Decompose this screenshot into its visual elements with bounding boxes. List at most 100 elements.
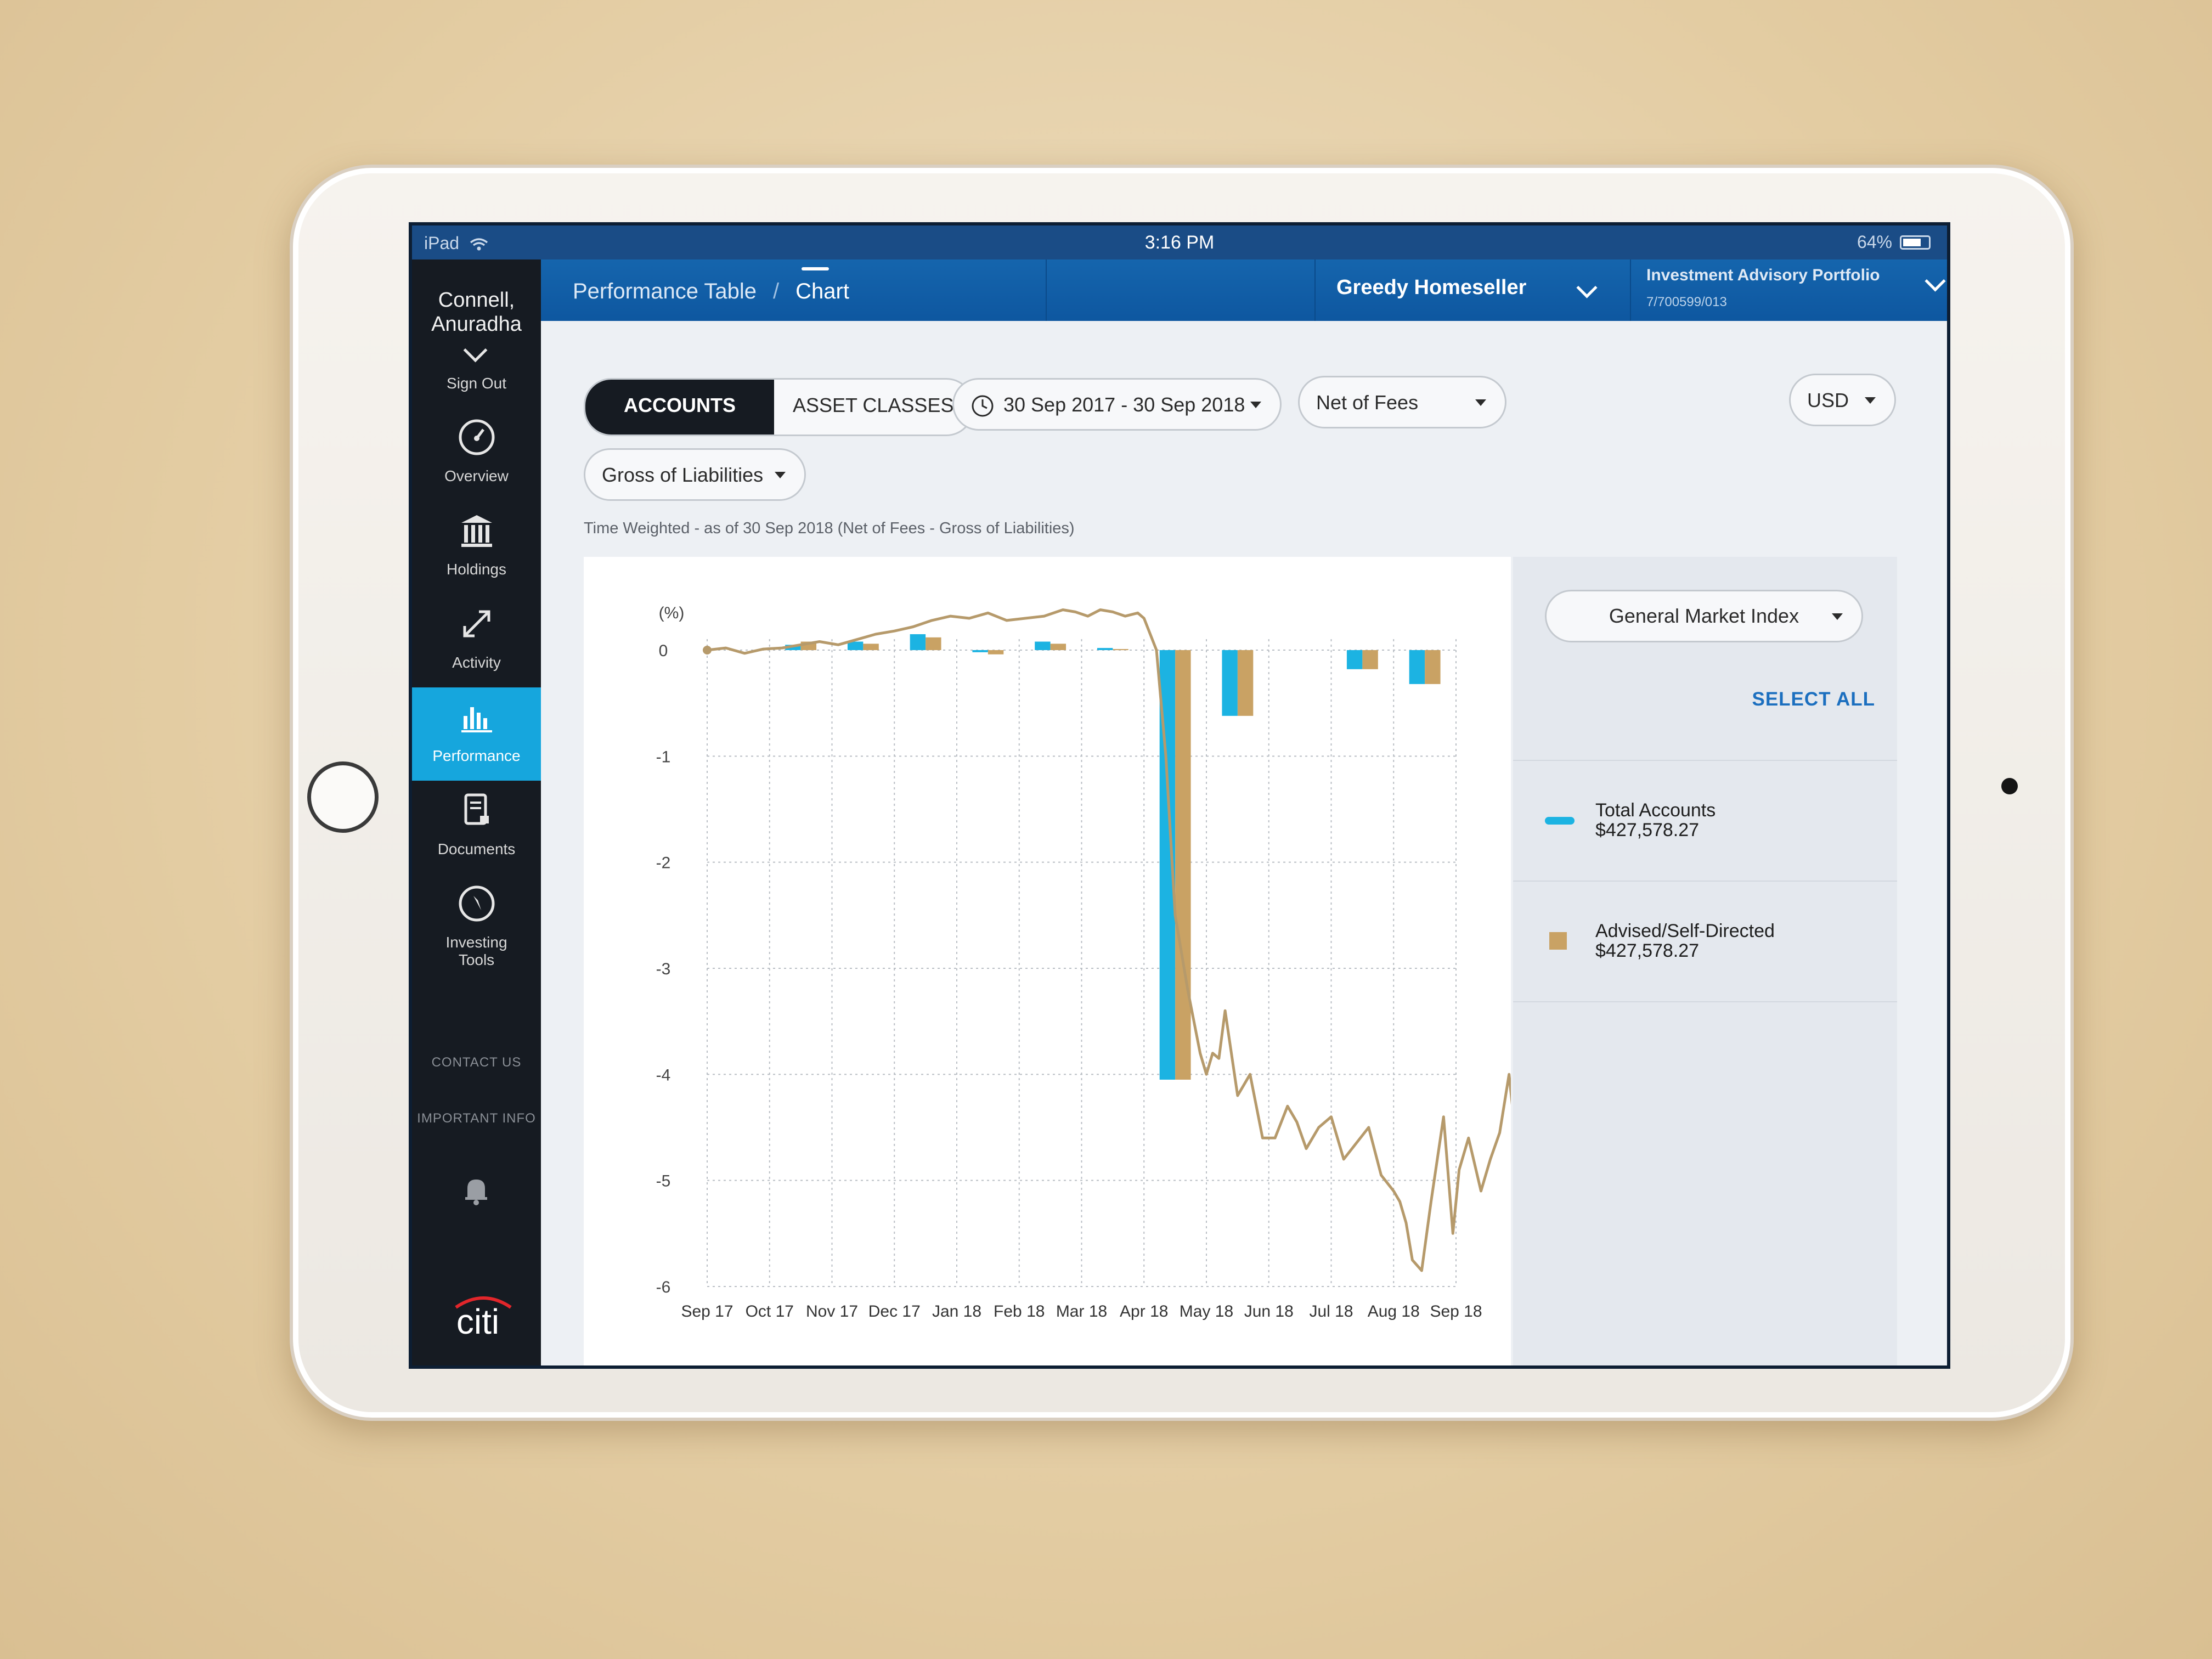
bar-advised-jan-18[interactable] [988,650,1004,654]
divider [1630,259,1631,321]
bar-advised-jul-18[interactable] [1362,650,1378,669]
sidebar-item-label: Activity [452,654,501,671]
select-all-button[interactable]: SELECT ALL [1752,689,1875,710]
bar-total-accounts-mar-18[interactable] [1097,648,1113,650]
view-toggle: ACCOUNTS ASSET CLASSES [584,378,974,436]
sidebar: Connell, Anuradha Sign Out Overview Hold… [412,259,541,1365]
legend-item-total-accounts[interactable]: Total Accounts $427,578.27 [1513,760,1897,882]
performance-chart: (%) 0 -1 -2 -3 -4 -5 -6 Sep 17 Oct 17 Nov 17 Dec … [656,604,1523,1321]
chevron-down-icon [1576,277,1598,298]
sidebar-item-performance[interactable]: Performance [412,687,541,781]
battery-icon [1900,235,1931,250]
breadcrumb-separator: / [773,279,780,303]
bar-advised-dec-17[interactable] [926,637,941,650]
x-tick-label: Jul 18 [1309,1302,1353,1321]
sign-out-link[interactable]: Sign Out [412,375,541,392]
chart-subtitle: Time Weighted - as of 30 Sep 2018 (Net o… [584,520,1075,537]
chart-panel: (%) 0 -1 -2 -3 -4 -5 -6 Sep 17 Oct 17 Nov 17 Dec … [584,557,1523,1365]
market-index-line [707,608,1520,1272]
market-index-dropdown[interactable]: General Market Index [1545,590,1863,642]
currency-dropdown[interactable]: USD [1789,374,1896,426]
accounts-toggle[interactable]: ACCOUNTS [585,380,774,435]
home-button[interactable] [307,761,379,833]
y-tick-label: 0 [659,642,668,660]
y-tick-label: -3 [656,960,671,978]
y-axis-label: (%) [659,604,685,622]
x-tick-label: Sep 17 [681,1302,733,1321]
market-index-value: General Market Index [1609,605,1799,627]
sidebar-item-overview[interactable]: Overview [412,408,541,501]
app-screen: iPad 3:16 PM 64% Connell, Anuradha Sign … [409,222,1950,1369]
legend-series-name: Total Accounts [1595,800,1716,821]
legend-panel: General Market Index SELECT ALL Total Ac… [1513,557,1897,1365]
citi-logo: citi [455,1296,512,1340]
bar-advised-aug-18[interactable] [1425,650,1441,684]
x-tick-label: Aug 18 [1368,1302,1420,1321]
bar-total-accounts-feb-18[interactable] [1035,641,1051,650]
legend-series-name: Advised/Self-Directed [1595,921,1775,941]
bar-total-accounts-jan-18[interactable] [972,650,988,652]
caret-down-icon [775,472,786,478]
x-tick-label: Sep 18 [1430,1302,1482,1321]
bar-advised-nov-17[interactable] [863,644,879,650]
legend-swatch [1549,932,1567,950]
clock-icon [972,395,994,417]
active-view-marker [802,267,829,270]
x-tick-label: Nov 17 [806,1302,858,1321]
breadcrumb-chart[interactable]: Chart [795,279,849,304]
legend-item-advised[interactable]: Advised/Self-Directed $427,578.27 [1513,881,1897,1002]
bar-total-accounts-aug-18[interactable] [1409,650,1425,684]
bell-icon[interactable] [459,1173,494,1208]
bar-advised-mar-18[interactable] [1113,649,1128,651]
battery-status: 64% [1857,232,1931,252]
main-content: ACCOUNTS ASSET CLASSES 30 Sep 2017 - 30 … [541,321,1947,1365]
sidebar-item-investing-tools[interactable]: Investing Tools [412,874,541,978]
portfolio-number: 7/700599/013 [1646,295,1727,309]
transfer-arrows-icon [463,610,490,637]
front-camera [2001,778,2018,794]
legend-series-value: $427,578.27 [1595,940,1700,961]
date-range-dropdown[interactable]: 30 Sep 2017 - 30 Sep 2018 [952,378,1282,431]
divider [1046,259,1047,321]
sidebar-item-documents[interactable]: Documents [412,781,541,874]
bar-chart-icon [461,707,492,732]
line-start-point [703,646,712,654]
bar-total-accounts-may-18[interactable] [1222,650,1238,716]
portfolio-selector[interactable]: Investment Advisory Portfolio 7/700599/0… [1646,266,1946,315]
breadcrumb-performance-table[interactable]: Performance Table [573,279,757,304]
sidebar-item-label: Performance [432,747,521,764]
asset-classes-toggle[interactable]: ASSET CLASSES [774,380,972,435]
sidebar-item-holdings[interactable]: Holdings [412,501,541,594]
bar-advised-feb-18[interactable] [1050,644,1066,650]
caret-down-icon [1475,399,1486,406]
breadcrumb: Performance Table / Chart [573,279,849,304]
liabilities-dropdown[interactable]: Gross of Liabilities [584,448,806,501]
sidebar-item-label: Holdings [447,561,506,578]
status-bar: iPad 3:16 PM 64% [412,225,1947,259]
fees-value: Net of Fees [1316,391,1419,414]
speedometer-icon [459,419,494,455]
chevron-down-icon[interactable] [463,338,488,363]
client-selector[interactable]: Greedy Homeseller [1336,276,1600,307]
bar-advised-may-18[interactable] [1237,650,1254,716]
sidebar-item-label: Documents [437,840,516,857]
important-info-link[interactable]: IMPORTANT INFO [412,1111,541,1126]
bar-total-accounts-jul-18[interactable] [1346,650,1363,669]
bar-advised-apr-18[interactable] [1175,650,1191,1080]
x-tick-label: Jun 18 [1244,1302,1294,1321]
y-tick-label: -6 [656,1278,671,1296]
x-tick-label: Dec 17 [868,1302,921,1321]
x-tick-label: Oct 17 [746,1302,794,1321]
y-tick-label: -2 [656,854,671,872]
sidebar-item-activity[interactable]: Activity [412,594,541,687]
x-tick-label: Mar 18 [1056,1302,1107,1321]
fees-dropdown[interactable]: Net of Fees [1298,376,1506,428]
y-tick-label: -5 [656,1172,671,1190]
user-name[interactable]: Connell, Anuradha [412,288,541,336]
compass-icon [459,885,494,922]
bar-total-accounts-dec-17[interactable] [910,634,926,650]
bank-icon [461,515,492,547]
svg-text:citi: citi [456,1302,499,1340]
y-tick-label: -1 [656,748,671,766]
contact-us-link[interactable]: CONTACT US [412,1055,541,1070]
